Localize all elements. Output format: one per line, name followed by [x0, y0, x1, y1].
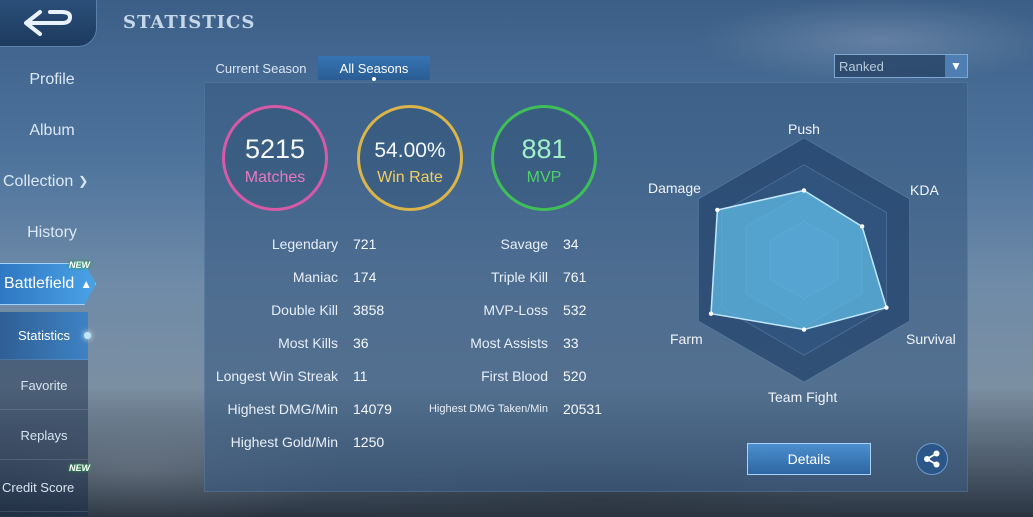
tab-all-seasons[interactable]: All Seasons: [318, 56, 430, 81]
chevron-down-icon: ❯: [78, 174, 89, 188]
sidebar-item-history[interactable]: History: [0, 224, 104, 242]
stat-label: Double Kill: [271, 302, 338, 318]
stat-value: 36: [353, 335, 369, 351]
details-button[interactable]: Details: [747, 443, 871, 475]
stat-label: Maniac: [292, 269, 338, 285]
stat-value: 1250: [353, 434, 385, 450]
win-rate-label: Win Rate: [377, 169, 443, 186]
share-icon: [924, 450, 940, 468]
mode-select-value: Ranked: [839, 58, 884, 74]
chevron-up-icon: ▲: [80, 277, 93, 291]
stat-value: 14079: [353, 401, 392, 417]
share-button[interactable]: [916, 443, 948, 475]
stat-value: 34: [563, 236, 579, 252]
sub-item-favorite[interactable]: Favorite: [0, 362, 88, 410]
radar-label-team-fight: Team Fight: [768, 389, 838, 405]
stat-value: 174: [353, 269, 377, 285]
sidebar-item-label: Battlefield: [4, 275, 75, 292]
sidebar-item-collection[interactable]: Collection ❯: [0, 173, 104, 191]
stat-label: Highest Gold/Min: [230, 434, 338, 450]
matches-label: Matches: [244, 169, 306, 186]
stat-value: 761: [563, 269, 587, 285]
radar-label-kda: KDA: [910, 182, 939, 198]
mvp-label: MVP: [526, 169, 562, 186]
stat-label: Savage: [500, 236, 548, 252]
stat-label: Legendary: [271, 236, 338, 252]
stat-label: First Blood: [481, 368, 548, 384]
sub-item-statistics[interactable]: Statistics: [0, 312, 91, 360]
win-rate-ring: 54.00% Win Rate: [357, 105, 463, 211]
radar-label-push: Push: [788, 121, 820, 137]
stat-value: 721: [353, 236, 377, 252]
sub-item-replays[interactable]: Replays: [0, 412, 88, 460]
stat-value: 33: [563, 335, 579, 351]
stat-value: 520: [563, 368, 587, 384]
stat-label: Longest Win Streak: [215, 368, 338, 384]
tab-current-season[interactable]: Current Season: [206, 56, 316, 80]
back-button[interactable]: [0, 0, 96, 46]
sidebar-item-label: Collection: [3, 173, 74, 190]
new-badge: NEW: [69, 463, 90, 473]
stat-value: 11: [353, 368, 368, 384]
radar-label-damage: Damage: [648, 180, 701, 196]
sidebar-item-album[interactable]: Album: [0, 122, 104, 140]
stat-value: 532: [563, 302, 587, 318]
page-title: STATISTICS: [123, 12, 256, 33]
matches-ring: 5215 Matches: [222, 105, 328, 211]
matches-value: 5215: [244, 134, 306, 164]
stat-label: MVP-Loss: [483, 302, 548, 318]
stat-label: Triple Kill: [490, 269, 548, 285]
stat-value: 3858: [353, 302, 385, 318]
win-rate-value: 54.00%: [374, 139, 446, 162]
mvp-value: 881: [521, 134, 567, 164]
mode-select[interactable]: Ranked ▼: [834, 54, 968, 78]
stat-label: Highest DMG/Min: [227, 401, 338, 417]
mvp-ring: 881 MVP: [491, 105, 597, 211]
back-arrow-icon: [24, 10, 72, 36]
stat-label: Most Kills: [278, 335, 338, 351]
stat-label: Highest DMG Taken/Min: [428, 403, 548, 415]
radar-label-survival: Survival: [906, 331, 956, 347]
stat-value: 20531: [563, 401, 602, 417]
sidebar-item-profile[interactable]: Profile: [0, 71, 104, 89]
chevron-down-icon: ▼: [945, 55, 967, 77]
stat-label: Most Assists: [470, 335, 548, 351]
sub-navigation: Statistics Favorite Replays Credit Score: [0, 312, 91, 516]
radar-label-farm: Farm: [670, 331, 703, 347]
new-badge: NEW: [69, 260, 90, 270]
